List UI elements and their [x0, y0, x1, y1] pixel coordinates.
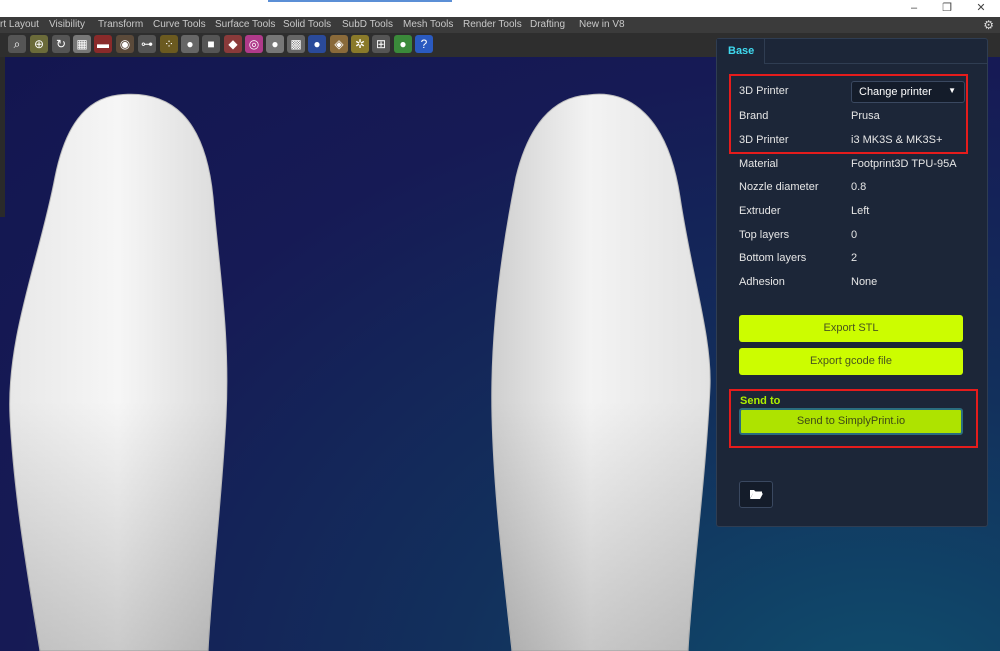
close-icon[interactable]: ✕ — [971, 1, 991, 15]
field-bottom-layers: Bottom layers 2 — [739, 250, 984, 268]
field-extruder: Extruder Left — [739, 203, 984, 221]
left-insole-shade — [9, 94, 227, 651]
caret-down-icon: ▼ — [948, 86, 956, 95]
object-snap-icon[interactable]: ⊶ — [138, 35, 156, 53]
help-icon[interactable]: ? — [415, 35, 433, 53]
print-settings-panel: Base 3D Printer Change printer ▼ Brand P… — [716, 38, 988, 527]
points-icon[interactable]: ⁘ — [160, 35, 178, 53]
minimize-icon[interactable]: – — [904, 1, 924, 15]
tab-drafting[interactable]: Drafting — [530, 19, 565, 31]
field-label: 3D Printer — [739, 85, 789, 97]
field-value: i3 MK3S & MK3S+ — [851, 134, 943, 146]
right-insole-shade — [491, 94, 711, 651]
tab-render-tools[interactable]: Render Tools — [463, 19, 522, 31]
field-value: Prusa — [851, 110, 880, 122]
tab-layout[interactable]: rt Layout — [0, 19, 39, 31]
field-printer-model: 3D Printer i3 MK3S & MK3S+ — [739, 132, 984, 150]
field-label: Adhesion — [739, 276, 785, 288]
tab-surface-tools[interactable]: Surface Tools — [215, 19, 275, 31]
tab-transform[interactable]: Transform — [98, 19, 143, 31]
zoom-selected-icon[interactable]: ⊕ — [30, 35, 48, 53]
export-stl-button[interactable]: Export STL — [739, 315, 963, 342]
field-label: Top layers — [739, 229, 790, 241]
field-value: 0.8 — [851, 181, 867, 193]
tab-divider — [764, 63, 987, 64]
tab-base-label: Base — [728, 45, 755, 57]
field-nozzle-diameter: Nozzle diameter 0.8 — [739, 179, 984, 197]
sphere-icon[interactable]: ● — [266, 35, 284, 53]
restore-icon[interactable]: ❐ — [937, 1, 957, 15]
field-brand: Brand Prusa — [739, 108, 984, 126]
lock-icon[interactable]: ■ — [202, 35, 220, 53]
settings-gear-icon[interactable]: ✲ — [351, 35, 369, 53]
four-viewports-icon[interactable]: ▦ — [73, 35, 91, 53]
field-label: Material — [739, 158, 779, 170]
field-label: 3D Printer — [739, 134, 789, 146]
export-gcode-button[interactable]: Export gcode file — [739, 348, 963, 375]
tab-visibility[interactable]: Visibility — [49, 19, 85, 31]
render-sphere-icon[interactable]: ● — [308, 35, 326, 53]
field-label: Extruder — [739, 205, 781, 217]
field-value: Footprint3D TPU-95A — [851, 158, 957, 170]
field-label: Bottom layers — [739, 252, 807, 264]
light-bulb-icon[interactable]: ● — [181, 35, 199, 53]
field-adhesion: Adhesion None — [739, 274, 984, 292]
window-title-bar: – ❐ ✕ — [0, 0, 1000, 17]
eye-icon[interactable]: ◉ — [116, 35, 134, 53]
field-value: 0 — [851, 229, 858, 241]
field-label: Nozzle diameter — [739, 181, 819, 193]
tab-solid-tools[interactable]: Solid Tools — [283, 19, 331, 31]
folder-icon — [750, 490, 763, 499]
grid-icon[interactable]: ▩ — [287, 35, 305, 53]
send-to-label: Send to — [740, 395, 781, 407]
dimension-icon[interactable]: ⊞ — [372, 35, 390, 53]
zoom-window-icon[interactable]: ⌕ — [8, 35, 26, 53]
field-top-layers: Top layers 0 — [739, 227, 984, 245]
toolbar-tabs: rt Layout Visibility Transform Curve Too… — [0, 17, 1000, 33]
layer-icon[interactable]: ◆ — [224, 35, 242, 53]
tab-base[interactable]: Base — [717, 39, 765, 63]
dropdown-value: Change printer — [859, 86, 932, 98]
rotate-view-icon[interactable]: ↻ — [52, 35, 70, 53]
field-value: 2 — [851, 252, 858, 264]
material-icon[interactable]: ◈ — [330, 35, 348, 53]
gear-icon[interactable]: ⚙ — [983, 18, 994, 32]
tab-mesh-tools[interactable]: Mesh Tools — [403, 19, 453, 31]
send-to-simplyprint-button[interactable]: Send to SimplyPrint.io — [739, 408, 963, 435]
tab-subd-tools[interactable]: SubD Tools — [342, 19, 393, 31]
field-label: Brand — [739, 110, 769, 122]
open-folder-button[interactable] — [739, 481, 773, 508]
color-wheel-icon[interactable]: ◎ — [245, 35, 263, 53]
globe-icon[interactable]: ● — [394, 35, 412, 53]
field-value: None — [851, 276, 878, 288]
field-material: Material Footprint3D TPU-95A — [739, 156, 984, 174]
tab-new-in-v8[interactable]: New in V8 — [579, 19, 625, 31]
car-icon[interactable]: ▬ — [94, 35, 112, 53]
change-printer-dropdown[interactable]: Change printer ▼ — [851, 81, 965, 103]
active-window-accent — [268, 0, 452, 2]
tab-curve-tools[interactable]: Curve Tools — [153, 19, 206, 31]
field-value: Left — [851, 205, 870, 217]
